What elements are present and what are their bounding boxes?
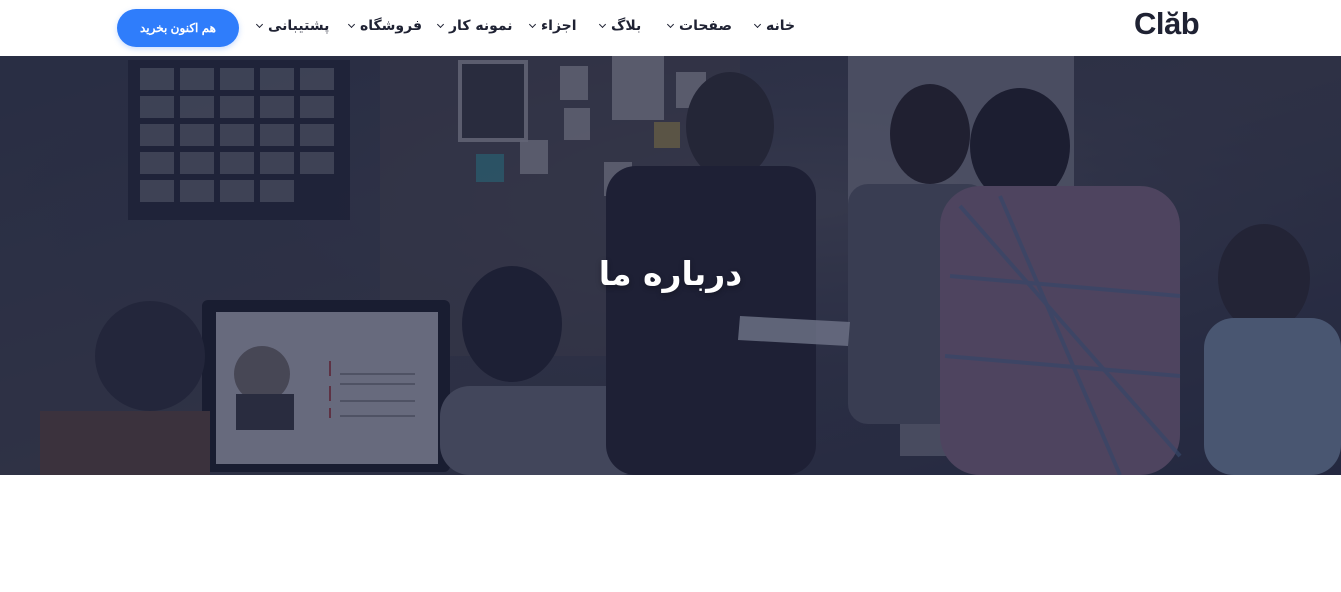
chevron-down-icon: [753, 20, 762, 29]
hero-banner: درباره ما: [0, 56, 1341, 475]
nav-item-label: خانه: [766, 18, 796, 34]
nav-item-portfolio[interactable]: نمونه کار: [436, 16, 513, 36]
chevron-down-icon: [436, 20, 445, 29]
chevron-down-icon: [598, 20, 607, 29]
chevron-down-icon: [347, 20, 356, 29]
nav-item-label: صفحات: [679, 18, 733, 34]
nav-item-label: بلاگ: [611, 18, 642, 34]
nav-item-components[interactable]: اجزاء: [528, 16, 577, 36]
chevron-down-icon: [528, 20, 537, 29]
chevron-down-icon: [255, 20, 264, 29]
nav-item-label: نمونه کار: [449, 18, 513, 34]
nav-item-pages[interactable]: صفحات: [666, 16, 733, 36]
nav-item-home[interactable]: خانه: [753, 16, 796, 36]
page-title: درباره ما: [598, 254, 743, 293]
nav-item-label: فروشگاه: [360, 18, 423, 34]
chevron-down-icon: [666, 20, 675, 29]
nav-item-label: اجزاء: [541, 18, 577, 34]
nav-item-label: پشتیبانی: [268, 18, 330, 34]
nav-item-shop[interactable]: فروشگاه: [347, 16, 423, 36]
nav-item-support[interactable]: پشتیبانی: [255, 16, 330, 36]
nav-item-blog[interactable]: بلاگ: [598, 16, 642, 36]
site-header: Clăb خانه صفحات بلاگ اجزاء نمونه کار فرو…: [0, 0, 1341, 56]
buy-now-button[interactable]: هم اکنون بخرید: [117, 9, 239, 47]
